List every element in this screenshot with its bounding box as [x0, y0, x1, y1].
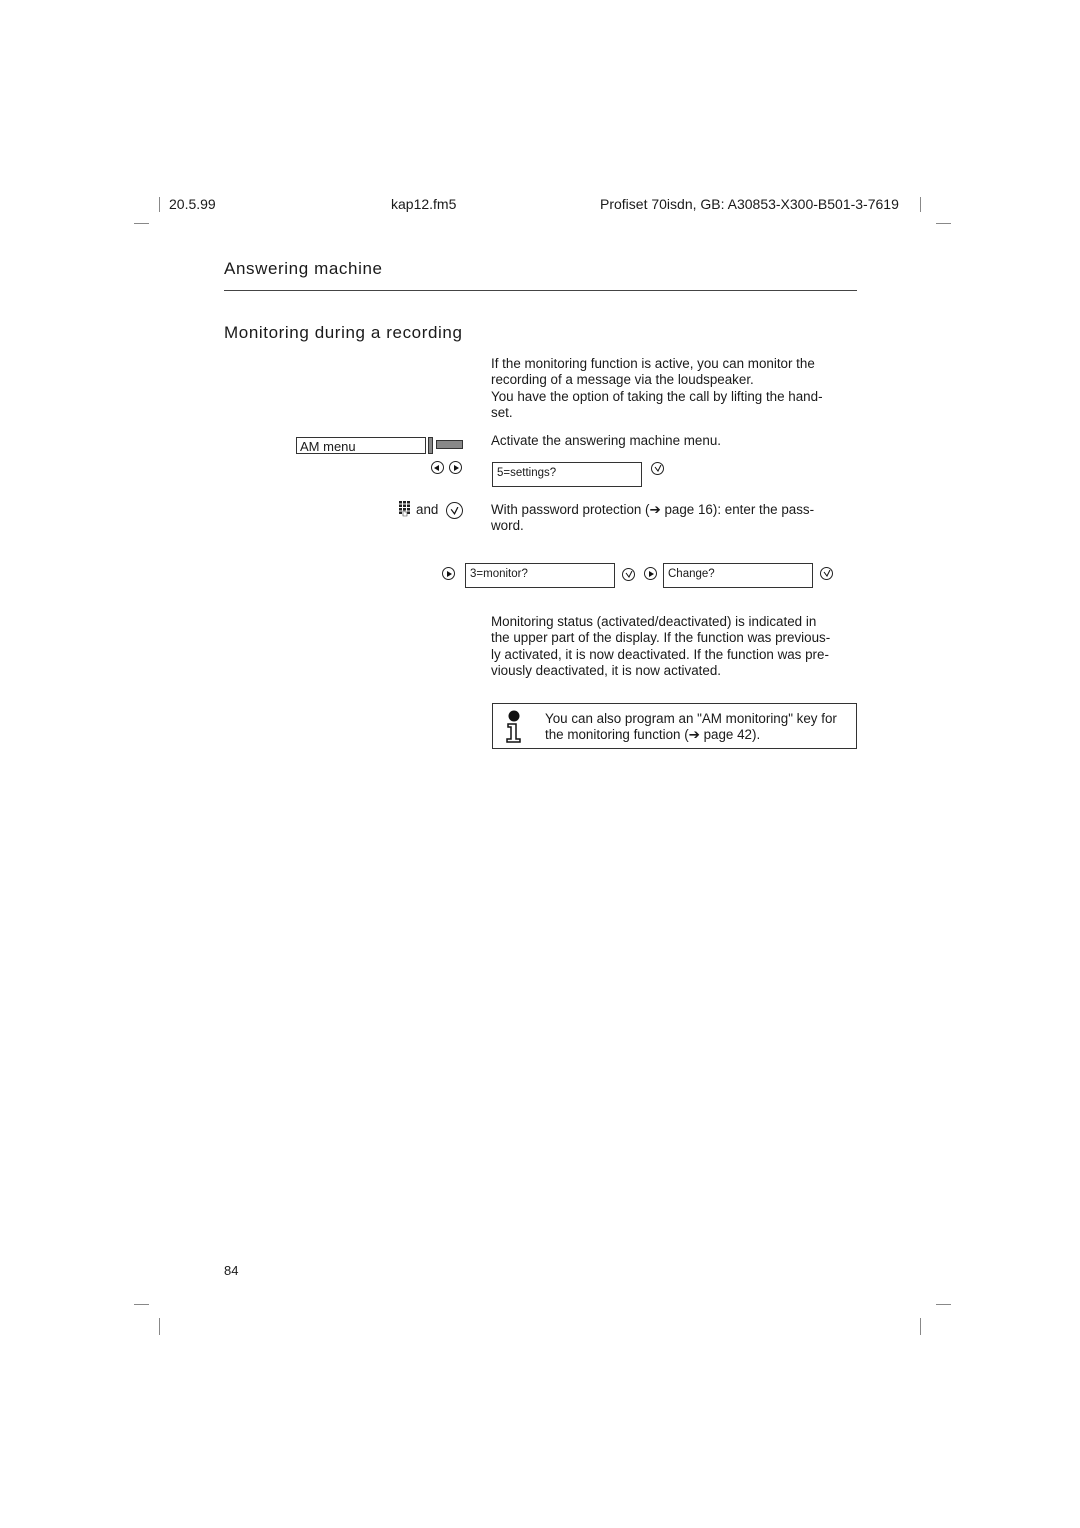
crop-mark: [134, 223, 149, 224]
title-divider: [224, 290, 857, 291]
note-text: You can also program an "AM monitoring" …: [545, 711, 855, 744]
function-key-icon[interactable]: [428, 437, 433, 454]
status-line: viously deactivated, it is now activated…: [491, 662, 721, 678]
chapter-title: Answering machine: [224, 259, 383, 278]
intro-line: recording of a message via the loudspeak…: [491, 372, 754, 388]
page-number: 84: [224, 1263, 239, 1278]
note-line: the monitoring function (➔ page 42).: [545, 727, 761, 743]
display-change: Change?: [663, 563, 813, 588]
password-text: With password protection (➔ page 16): en…: [491, 502, 861, 535]
right-arrow-circle-icon[interactable]: [644, 567, 657, 580]
crop-mark: [920, 1318, 921, 1335]
display-settings: 5=settings?: [492, 462, 642, 487]
check-circle-icon[interactable]: [622, 568, 635, 581]
right-arrow-circle-icon[interactable]: [449, 461, 462, 474]
intro-line: You have the option of taking the call b…: [491, 388, 823, 404]
display-monitor: 3=monitor?: [465, 563, 615, 588]
right-arrow-circle-icon[interactable]: [442, 567, 455, 580]
note-line: You can also program an "AM monitoring" …: [545, 711, 837, 726]
check-circle-icon[interactable]: [820, 567, 833, 580]
crop-mark: [920, 197, 921, 212]
header-file: kap12.fm5: [391, 196, 457, 212]
status-paragraph: Monitoring status (activated/deactivated…: [491, 614, 861, 679]
crop-mark: [936, 1304, 951, 1305]
am-menu-key-label[interactable]: AM menu: [296, 437, 426, 454]
crop-mark: [159, 197, 160, 212]
info-icon: [503, 710, 525, 749]
password-line: With password protection (➔ page 16): en…: [491, 502, 815, 517]
header-date: 20.5.99: [169, 196, 216, 212]
section-title: Monitoring during a recording: [224, 323, 463, 342]
status-line: ly activated, it is now deactivated. If …: [491, 646, 829, 662]
header-product: Profiset 70isdn, GB: A30853-X300-B501-3-…: [600, 196, 899, 212]
info-note: You can also program an "AM monitoring" …: [492, 703, 857, 749]
activate-text: Activate the answering machine menu.: [491, 433, 721, 448]
crop-mark: [134, 1304, 149, 1305]
and-label: and: [416, 502, 439, 517]
password-line: word.: [491, 518, 524, 534]
check-circle-icon[interactable]: [651, 462, 664, 475]
status-line: Monitoring status (activated/deactivated…: [491, 614, 817, 629]
status-line: the upper part of the display. If the fu…: [491, 630, 831, 646]
intro-line: If the monitoring function is active, yo…: [491, 356, 815, 371]
key-led-icon: [436, 440, 463, 449]
left-arrow-circle-icon[interactable]: [431, 461, 444, 474]
crop-mark: [159, 1318, 160, 1335]
crop-mark: [936, 223, 951, 224]
intro-paragraph: If the monitoring function is active, yo…: [491, 356, 861, 421]
intro-line: set.: [491, 404, 513, 420]
keypad-icon: [399, 501, 410, 517]
check-circle-icon[interactable]: [446, 502, 463, 519]
